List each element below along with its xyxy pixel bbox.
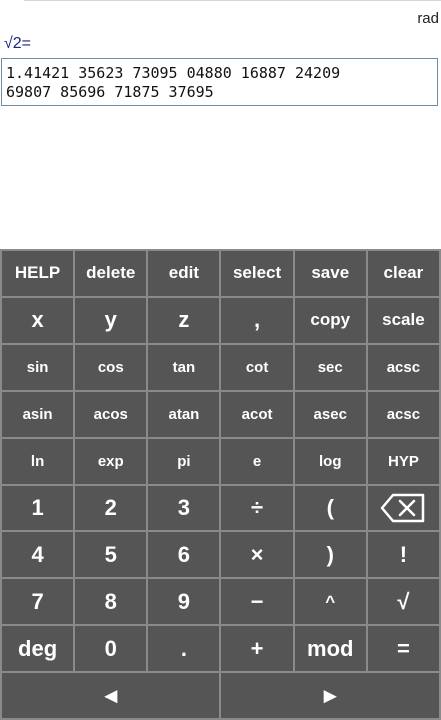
help-key[interactable]: HELP: [2, 251, 74, 296]
equals-key[interactable]: =: [367, 626, 439, 672]
atan-key[interactable]: atan: [148, 391, 220, 437]
scale-key[interactable]: scale: [367, 297, 439, 343]
acsc-key-row3[interactable]: acsc: [367, 344, 439, 390]
digit-6-key[interactable]: 6: [148, 532, 220, 578]
cursor-right-key[interactable]: ►: [221, 673, 439, 718]
asec-key[interactable]: asec: [294, 391, 366, 437]
factorial-key[interactable]: !: [367, 532, 439, 578]
backspace-key[interactable]: [367, 485, 439, 531]
digit-8-key[interactable]: 8: [75, 579, 147, 625]
sqrt-key[interactable]: √: [367, 579, 439, 625]
digit-7-key[interactable]: 7: [2, 579, 74, 625]
close-paren-key[interactable]: ): [294, 532, 366, 578]
asin-key[interactable]: asin: [2, 391, 74, 437]
acos-key[interactable]: acos: [75, 391, 147, 437]
backspace-icon: [381, 493, 425, 523]
digit-3-key[interactable]: 3: [148, 485, 220, 531]
hyp-key[interactable]: HYP: [367, 438, 439, 484]
digit-1-key[interactable]: 1: [2, 485, 74, 531]
result-display[interactable]: 1.41421 35623 73095 04880 16887 24209 69…: [1, 58, 438, 106]
decimal-point-key[interactable]: .: [148, 626, 220, 672]
sec-key[interactable]: sec: [294, 344, 366, 390]
minus-key[interactable]: −: [221, 579, 293, 625]
digit-9-key[interactable]: 9: [148, 579, 220, 625]
ln-key[interactable]: ln: [2, 438, 74, 484]
copy-key[interactable]: copy: [294, 297, 366, 343]
result-line-1: 1.41421 35623 73095 04880 16887 24209: [6, 64, 341, 82]
edit-key[interactable]: edit: [148, 251, 220, 296]
delete-key[interactable]: delete: [75, 251, 147, 296]
calculator-keypad: HELP delete edit select save clear x y z…: [0, 249, 441, 720]
z-key[interactable]: z: [148, 297, 220, 343]
exp-key[interactable]: exp: [75, 438, 147, 484]
open-paren-key[interactable]: (: [294, 485, 366, 531]
deg-key[interactable]: deg: [2, 626, 74, 672]
comma-key[interactable]: ,: [221, 297, 293, 343]
x-key[interactable]: x: [2, 297, 74, 343]
angle-mode-indicator[interactable]: rad: [417, 10, 439, 27]
cot-key[interactable]: cot: [221, 344, 293, 390]
divide-key[interactable]: ÷: [221, 485, 293, 531]
e-key[interactable]: e: [221, 438, 293, 484]
clear-key[interactable]: clear: [367, 251, 439, 296]
cursor-left-key[interactable]: ◄: [2, 673, 220, 718]
log-key[interactable]: log: [294, 438, 366, 484]
digit-2-key[interactable]: 2: [75, 485, 147, 531]
select-key[interactable]: select: [221, 251, 293, 296]
pi-key[interactable]: pi: [148, 438, 220, 484]
sin-key[interactable]: sin: [2, 344, 74, 390]
power-key[interactable]: ^: [294, 579, 366, 625]
acsc-key-row4[interactable]: acsc: [367, 391, 439, 437]
acot-key[interactable]: acot: [221, 391, 293, 437]
tan-key[interactable]: tan: [148, 344, 220, 390]
plus-key[interactable]: +: [221, 626, 293, 672]
digit-4-key[interactable]: 4: [2, 532, 74, 578]
mod-key[interactable]: mod: [294, 626, 366, 672]
expression-display: √2=: [4, 35, 32, 52]
save-key[interactable]: save: [294, 251, 366, 296]
top-divider: [24, 0, 441, 1]
y-key[interactable]: y: [75, 297, 147, 343]
digit-0-key[interactable]: 0: [75, 626, 147, 672]
cos-key[interactable]: cos: [75, 344, 147, 390]
result-line-2: 69807 85696 71875 37695: [6, 83, 214, 101]
multiply-key[interactable]: ×: [221, 532, 293, 578]
digit-5-key[interactable]: 5: [75, 532, 147, 578]
